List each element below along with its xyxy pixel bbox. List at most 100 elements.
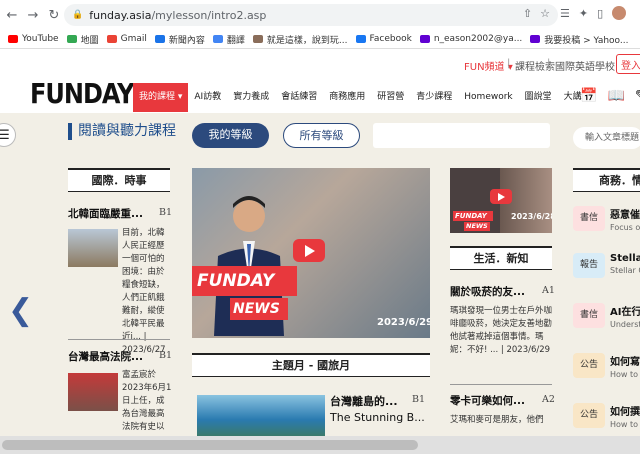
media-icon[interactable]: ☰ bbox=[560, 7, 570, 20]
bookmark-label: 就是這樣，說到玩... bbox=[266, 35, 348, 46]
category-badge: 書信 bbox=[573, 303, 605, 328]
school-link[interactable]: 國際英語學校 bbox=[555, 58, 615, 73]
article-title[interactable]: AI在行 bbox=[610, 303, 640, 318]
bookmark-item[interactable]: 我要投稿 > Yahoo... bbox=[530, 33, 628, 46]
bookmark-icon bbox=[154, 35, 165, 43]
level-badge: B1 bbox=[412, 394, 426, 405]
book-icon[interactable]: 📖 bbox=[607, 88, 624, 104]
bookmark-item[interactable]: Gmail bbox=[106, 34, 147, 44]
business-article-row[interactable]: 報告 Stellar Stellar C bbox=[573, 253, 640, 278]
forward-arrow-icon[interactable]: → bbox=[24, 6, 42, 24]
main-nav: 我的課程 ▾ AI訪教 實力養成 會話練習 商務應用 研習營 青少課程 Homework 圖說堂… bbox=[133, 83, 597, 112]
bookmark-label: n_eason2002@ya... bbox=[433, 34, 523, 44]
article-subtitle: How to W bbox=[610, 370, 640, 379]
login-button[interactable]: 登入 bbox=[616, 54, 640, 74]
nav-item[interactable]: 我的課程 ▾ bbox=[133, 83, 189, 112]
article-thumbnail[interactable] bbox=[68, 229, 118, 267]
bookmark-item[interactable]: 翻譯 bbox=[212, 33, 245, 46]
browser-toolbar: ← → ↻ 🔒 funday.asia/mylesson/intro2.asp … bbox=[0, 0, 640, 30]
column-heading-business: 商務．情 bbox=[573, 168, 640, 192]
article-snippet: 瑪琪發現一位男士在戶外咖啡廳吸菸，她決定友善地勸他試著戒掉這個事情。瑪妮：不好!… bbox=[450, 306, 553, 355]
nav-item[interactable]: 實力養成 bbox=[227, 83, 275, 112]
article-title[interactable]: Stellar bbox=[610, 253, 640, 264]
article-title[interactable]: 如何撰 bbox=[610, 403, 640, 418]
horizontal-scrollbar[interactable] bbox=[0, 436, 640, 454]
column-heading-theme: 主題月 - 國旅月 bbox=[192, 353, 430, 377]
nav-item[interactable]: 會話練習 bbox=[275, 83, 323, 112]
category-badge: 公告 bbox=[573, 353, 605, 378]
article-thumbnail[interactable] bbox=[197, 395, 325, 436]
article-title[interactable]: 如何寫 bbox=[610, 353, 640, 368]
article-title[interactable]: 台灣最高法院... bbox=[68, 349, 143, 364]
article-subtitle: How to W bbox=[610, 420, 640, 429]
business-article-row[interactable]: 公告如何撰 How to W bbox=[573, 403, 640, 429]
prev-arrow-icon[interactable]: ❮ bbox=[8, 293, 33, 328]
bookmark-star-icon[interactable]: ☆ bbox=[540, 7, 550, 20]
reload-icon[interactable]: ↻ bbox=[45, 6, 63, 24]
nav-item[interactable]: AI訪教 bbox=[188, 83, 227, 112]
fun-channel-link[interactable]: FUN頻道 ▾ bbox=[464, 58, 513, 73]
bookmark-item[interactable]: YouTube bbox=[8, 34, 59, 44]
nav-item[interactable]: 商務應用 bbox=[323, 83, 371, 112]
sidebar-menu-button[interactable]: ☰ bbox=[0, 123, 16, 147]
article-subtitle[interactable]: The Stunning B... bbox=[330, 411, 425, 424]
video-date: 2023/6/28 bbox=[511, 212, 552, 221]
business-article-row[interactable]: 公告如何寫 How to W bbox=[573, 353, 640, 379]
business-article-text: 如何撰 How to W bbox=[610, 403, 640, 429]
bookmark-item[interactable]: Facebook bbox=[355, 34, 412, 44]
nav-item[interactable]: 圖說堂 bbox=[519, 83, 558, 112]
url-host: funday.asia bbox=[89, 8, 152, 22]
tab-my-level[interactable]: 我的等級 bbox=[192, 123, 269, 148]
level-badge: A1 bbox=[542, 285, 555, 296]
article-thumbnail[interactable] bbox=[68, 373, 118, 411]
bookmark-item[interactable]: 新聞內容 bbox=[154, 33, 205, 46]
tab-all-levels[interactable]: 所有等級 bbox=[283, 123, 360, 148]
column-heading-international: 國際．時事 bbox=[68, 168, 170, 192]
article-title[interactable]: 零卡可樂如何... bbox=[450, 393, 525, 408]
divider bbox=[450, 384, 552, 385]
category-badge: 報告 bbox=[573, 253, 605, 278]
calendar-icon[interactable]: 📅 bbox=[580, 88, 597, 104]
share-icon[interactable]: ⇧ bbox=[523, 7, 532, 20]
play-icon[interactable] bbox=[490, 189, 512, 204]
bookmark-icon bbox=[355, 35, 366, 43]
nav-item[interactable]: 研習營 bbox=[371, 83, 410, 112]
back-arrow-icon[interactable]: ← bbox=[3, 6, 21, 24]
nav-item[interactable]: Homework bbox=[458, 83, 518, 112]
business-article-text: 如何寫 How to W bbox=[610, 353, 640, 379]
profile-avatar[interactable] bbox=[612, 6, 627, 20]
bookmark-label: 地圖 bbox=[80, 35, 99, 46]
scrollbar-thumb[interactable] bbox=[2, 440, 418, 450]
bookmark-icon bbox=[530, 35, 541, 43]
bookmark-item[interactable]: 地圖 bbox=[66, 33, 99, 46]
bookmark-item[interactable]: 就是這樣，說到玩... bbox=[252, 33, 348, 46]
article-title[interactable]: 關於吸菸的友... bbox=[450, 284, 525, 299]
nav-item[interactable]: 青少課程 bbox=[410, 83, 458, 112]
bookmark-label: 我要投稿 > Yahoo... bbox=[544, 35, 629, 46]
site-logo[interactable]: FUNDAY bbox=[30, 78, 135, 110]
menu-icon[interactable]: ⋮ bbox=[635, 7, 640, 20]
pen-icon[interactable]: ✎ bbox=[635, 88, 640, 104]
bookmark-item[interactable]: n_eason2002@ya... bbox=[419, 34, 523, 44]
bookmark-label: 新聞內容 bbox=[168, 35, 205, 46]
divider: | bbox=[547, 58, 551, 69]
secondary-news-video[interactable]: FUNDAY NEWS 2023/6/28 bbox=[450, 168, 552, 233]
level-badge: B1 bbox=[159, 350, 173, 361]
section-title: 閱讀與聽力課程 bbox=[68, 123, 178, 140]
video-date: 2023/6/29 bbox=[377, 317, 430, 328]
lock-icon: 🔒 bbox=[72, 10, 84, 20]
business-article-row[interactable]: 書信 AI在行 Underst bbox=[573, 303, 640, 329]
article-title[interactable]: 北韓面臨嚴重... bbox=[68, 206, 143, 221]
article-title[interactable]: 台灣離島的... bbox=[330, 393, 398, 409]
divider bbox=[68, 339, 170, 340]
search-bar[interactable] bbox=[373, 123, 550, 148]
play-icon[interactable] bbox=[293, 239, 325, 262]
bookmarks-bar: YouTube 地圖 Gmail 新聞內容 翻譯 就是這樣，說到玩... Facebook n… bbox=[0, 30, 640, 49]
article-title[interactable]: 惡意催 bbox=[610, 206, 640, 221]
article-search-input[interactable]: 輸入文章標題 bbox=[573, 127, 640, 149]
featured-news-video[interactable]: FUNDAY NEWS 2023/6/29 bbox=[192, 168, 430, 338]
address-bar[interactable]: 🔒 funday.asia/mylesson/intro2.asp ⇧ ☆ bbox=[64, 4, 558, 26]
sidebar-icon[interactable]: ▯ bbox=[597, 7, 603, 20]
extensions-icon[interactable]: ✦ bbox=[579, 7, 588, 20]
business-article-row[interactable]: 書信惡意催 Focus on bbox=[573, 206, 640, 232]
